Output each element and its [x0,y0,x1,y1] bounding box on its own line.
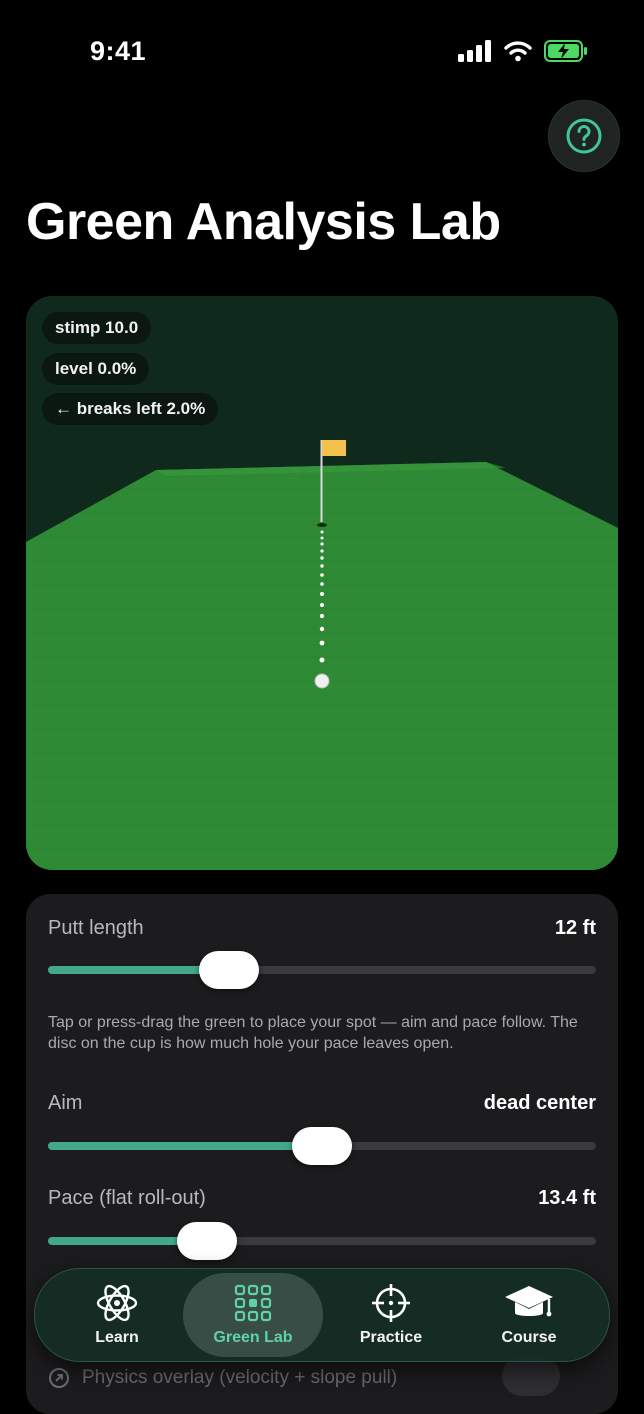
putt-length-label: Putt length [48,917,144,939]
golf-ball [314,673,330,689]
page-title: Green Analysis Lab [26,193,501,251]
pace-slider[interactable] [48,1222,596,1260]
tab-bar: Learn Green Lab Practice Course [34,1268,610,1362]
tab-green-lab-label: Green Lab [213,1329,293,1346]
aim-fill [48,1142,322,1150]
cup [317,523,327,527]
physics-overlay-label: Physics overlay (velocity + slope pull) [82,1367,398,1388]
wifi-icon [504,41,532,62]
physics-overlay-toggle[interactable] [502,1356,560,1396]
pace-value: 13.4 ft [538,1187,596,1209]
aim-thumb[interactable] [292,1127,352,1165]
green-hint-text: Tap or press-drag the green to place you… [48,1014,578,1052]
physics-overlay-row[interactable]: Physics overlay (velocity + slope pull) [48,1367,397,1389]
battery-charging-icon [544,40,587,62]
pace-thumb[interactable] [176,1222,237,1260]
cellular-signal-icon [458,40,491,62]
arrow-up-right-circle-icon [49,1368,69,1388]
putt-length-thumb[interactable] [198,951,259,989]
crosshair-icon [372,1284,410,1322]
level-chip: level 0.0% [42,353,150,385]
graduation-cap-icon [505,1286,553,1317]
help-button[interactable] [548,100,620,172]
break-chip: ← breaks left 2.0% [42,393,219,425]
tab-learn[interactable]: Learn [47,1269,187,1361]
putt-length-value: 12 ft [554,917,596,939]
status-icons [458,40,588,62]
status-time: 9:41 [90,36,147,66]
tab-learn-label: Learn [95,1329,139,1346]
tab-practice-label: Practice [359,1329,423,1346]
question-circle-icon [566,118,602,154]
aim-value: dead center [483,1092,596,1114]
aim-slider[interactable] [48,1127,596,1165]
stimp-chip: stimp 10.0 [42,312,152,344]
atom-icon [96,1284,138,1322]
tab-course-label: Course [501,1329,557,1346]
green-3d-view[interactable]: stimp 10.0 level 0.0% ← breaks left 2.0% [26,296,618,870]
grid-icon [234,1284,272,1322]
tab-course[interactable]: Course [459,1269,599,1361]
tab-green-lab[interactable]: Green Lab [183,1273,323,1357]
aim-label: Aim [48,1092,83,1114]
tab-practice[interactable]: Practice [321,1269,461,1361]
putt-length-slider[interactable] [48,951,596,989]
pace-label: Pace (flat roll-out) [48,1187,206,1209]
flag-icon [322,440,346,456]
